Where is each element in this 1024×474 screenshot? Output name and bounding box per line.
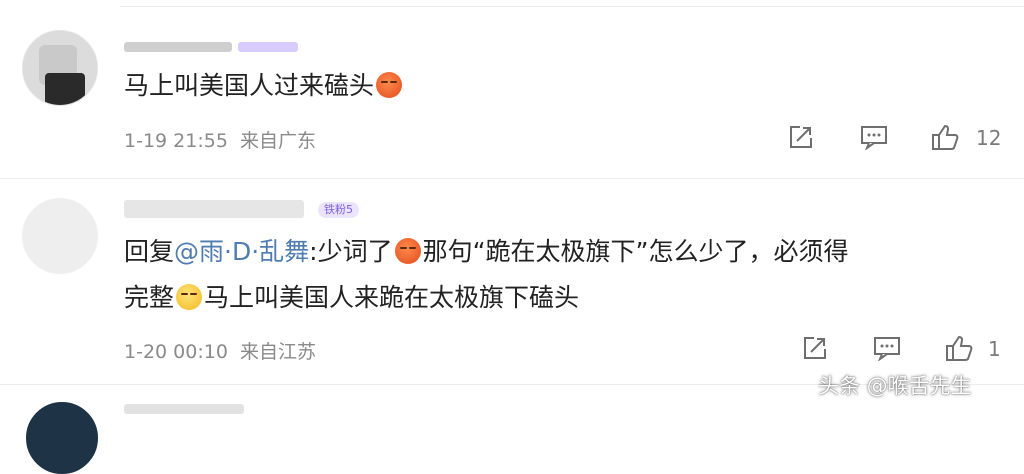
username-redacted — [124, 200, 304, 218]
thumbs-up-icon — [932, 124, 959, 150]
angry-face-icon — [376, 72, 403, 98]
fan-badge: 铁粉5 — [318, 202, 359, 218]
like-count: 1 — [988, 337, 1001, 361]
mention-link[interactable]: @雨·D·乱舞 — [174, 237, 309, 266]
level-badge-redacted — [238, 42, 298, 52]
comment-icon — [874, 337, 900, 361]
username-redacted — [124, 42, 232, 52]
like-button[interactable] — [930, 122, 960, 152]
top-divider — [120, 6, 1024, 7]
share-icon — [790, 126, 812, 148]
grin-face-icon — [176, 284, 203, 310]
comment-meta: 1-20 00:10 来自江苏 — [124, 337, 316, 364]
username-redacted — [124, 404, 244, 414]
share-button[interactable] — [786, 122, 816, 152]
reply-button[interactable] — [872, 333, 902, 363]
comment-text: 马上叫美国人过来磕头 — [124, 64, 404, 108]
reply-text-line2: 完整 马上叫美国人来跪在太极旗下磕头 — [124, 283, 580, 312]
share-button[interactable] — [800, 333, 830, 363]
timestamp: 1-20 00:10 — [124, 341, 228, 363]
share-icon — [804, 337, 826, 359]
avatar[interactable] — [26, 402, 98, 474]
like-button[interactable] — [944, 333, 974, 363]
comment-meta: 1-19 21:55 来自广东 — [124, 126, 316, 153]
watermark: 头条 @喉舌先生 — [818, 374, 972, 398]
avatar[interactable] — [22, 198, 98, 274]
comment-divider — [0, 178, 1024, 179]
reply-text-line1: 回复@雨·D·乱舞:少词了 那句“跪在太极旗下”怎么少了，必须得 — [124, 237, 849, 266]
like-count: 12 — [976, 126, 1002, 150]
timestamp: 1-19 21:55 — [124, 130, 228, 152]
reply-button[interactable] — [859, 122, 889, 152]
comment-icon — [861, 126, 887, 150]
location: 来自广东 — [239, 130, 316, 152]
location: 来自江苏 — [239, 341, 316, 363]
angry-face-icon — [394, 238, 421, 264]
avatar[interactable] — [22, 30, 98, 106]
thumbs-up-icon — [946, 335, 973, 361]
